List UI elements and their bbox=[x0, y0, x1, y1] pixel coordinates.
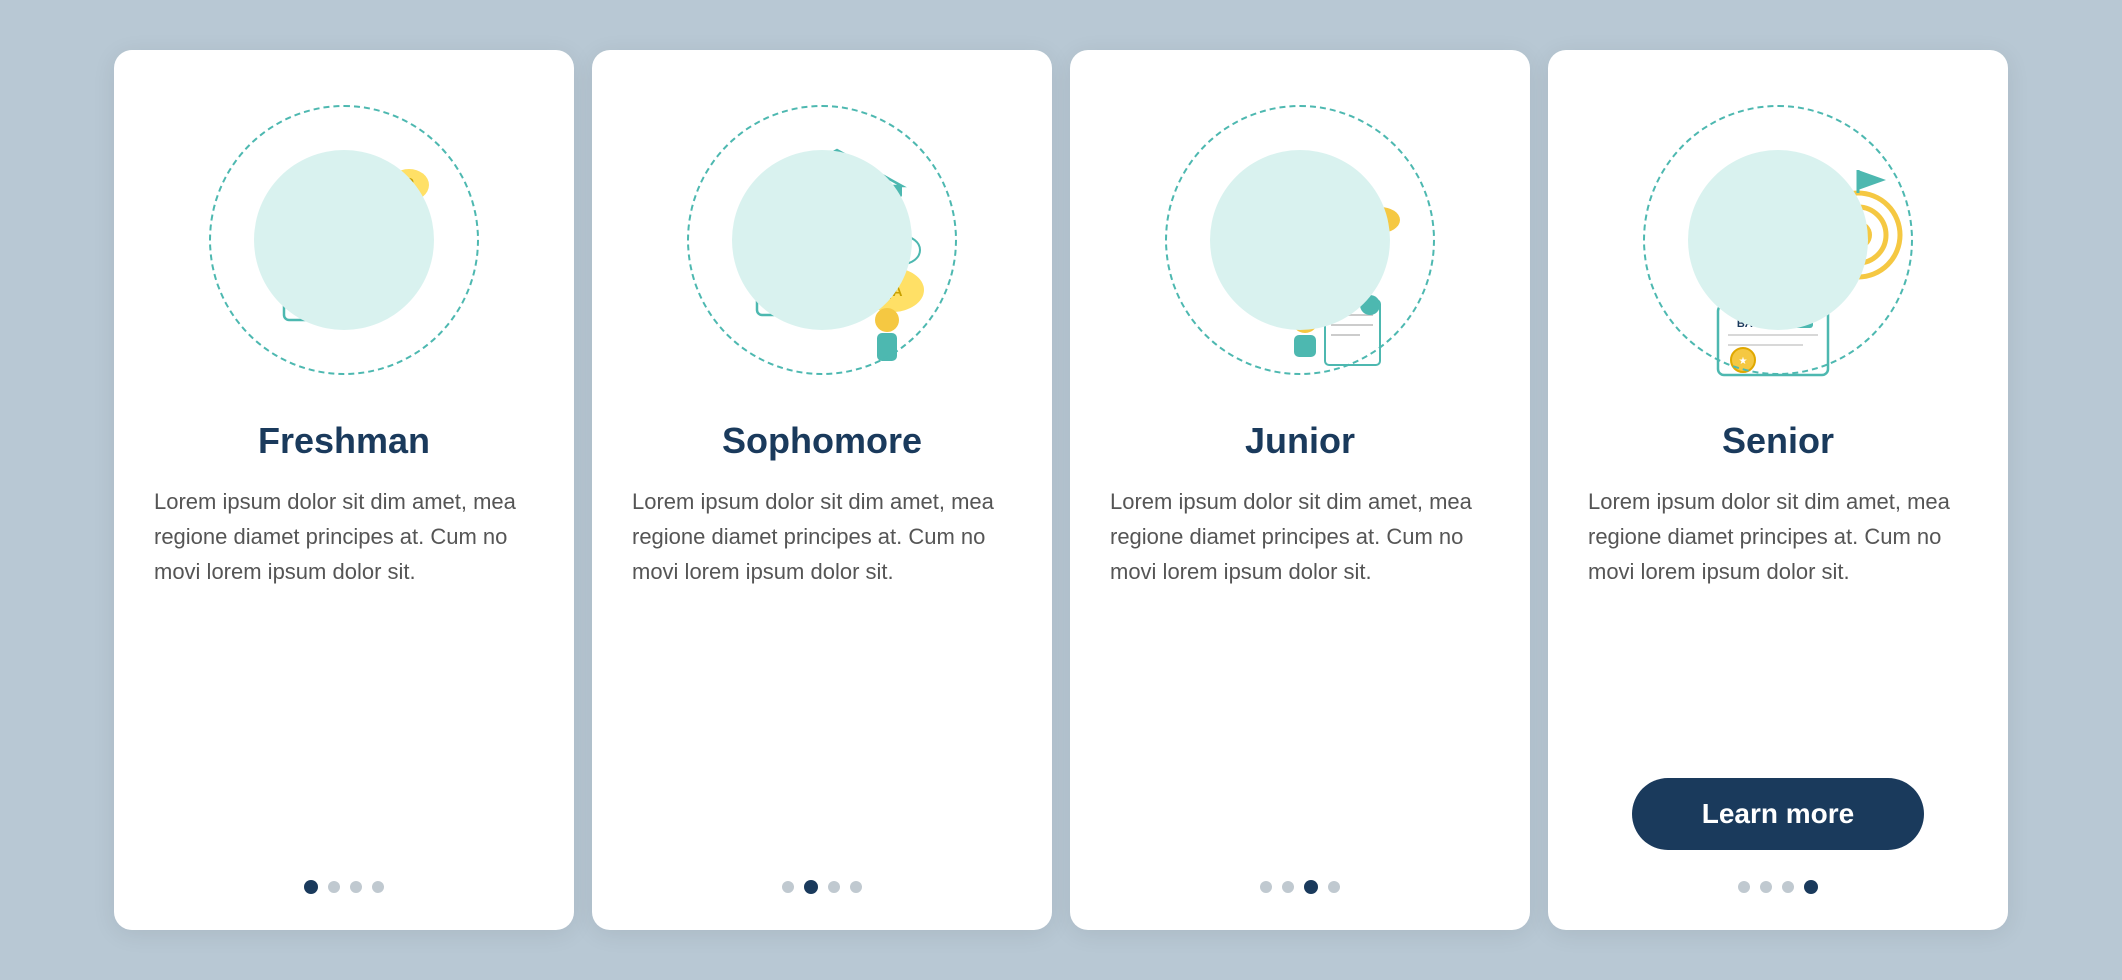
dot-2 bbox=[1282, 881, 1294, 893]
card-sophomore: ★ ★ ★ QA ? bbox=[592, 50, 1052, 930]
dot-1 bbox=[304, 880, 318, 894]
card-junior: ●●● ●●● Junior Lorem ipsum d bbox=[1070, 50, 1530, 930]
dot-4 bbox=[372, 881, 384, 893]
dot-4 bbox=[1804, 880, 1818, 894]
senior-dots bbox=[1738, 880, 1818, 894]
illustration-sophomore: ★ ★ ★ QA ? bbox=[672, 90, 972, 390]
dot-4 bbox=[1328, 881, 1340, 893]
illustration-senior: BACHELOR'S ★ bbox=[1628, 90, 1928, 390]
dot-3 bbox=[1304, 880, 1318, 894]
cards-container: ? PLAN Freshman Lorem ipsum dolor sit bbox=[64, 10, 2058, 970]
dot-3 bbox=[828, 881, 840, 893]
bg-circle bbox=[1210, 150, 1390, 330]
card-senior: BACHELOR'S ★ Senior Lorem ipsum dolor si… bbox=[1548, 50, 2008, 930]
sophomore-title: Sophomore bbox=[722, 420, 922, 462]
freshman-title: Freshman bbox=[258, 420, 430, 462]
illustration-freshman: ? PLAN bbox=[194, 90, 494, 390]
dot-4 bbox=[850, 881, 862, 893]
bg-circle bbox=[732, 150, 912, 330]
freshman-dots bbox=[304, 880, 384, 894]
junior-text: Lorem ipsum dolor sit dim amet, mea regi… bbox=[1110, 484, 1490, 850]
dot-2 bbox=[1760, 881, 1772, 893]
dot-1 bbox=[1738, 881, 1750, 893]
dot-1 bbox=[782, 881, 794, 893]
card-freshman: ? PLAN Freshman Lorem ipsum dolor sit bbox=[114, 50, 574, 930]
freshman-text: Lorem ipsum dolor sit dim amet, mea regi… bbox=[154, 484, 534, 850]
junior-dots bbox=[1260, 880, 1340, 894]
junior-title: Junior bbox=[1245, 420, 1355, 462]
dot-2 bbox=[328, 881, 340, 893]
learn-more-button[interactable]: Learn more bbox=[1632, 778, 1925, 850]
senior-title: Senior bbox=[1722, 420, 1834, 462]
bg-circle bbox=[254, 150, 434, 330]
senior-text: Lorem ipsum dolor sit dim amet, mea regi… bbox=[1588, 484, 1968, 754]
sophomore-text: Lorem ipsum dolor sit dim amet, mea regi… bbox=[632, 484, 1012, 850]
dot-1 bbox=[1260, 881, 1272, 893]
dot-3 bbox=[1782, 881, 1794, 893]
sophomore-dots bbox=[782, 880, 862, 894]
bg-circle bbox=[1688, 150, 1868, 330]
dot-3 bbox=[350, 881, 362, 893]
illustration-junior: ●●● ●●● bbox=[1150, 90, 1450, 390]
dot-2 bbox=[804, 880, 818, 894]
